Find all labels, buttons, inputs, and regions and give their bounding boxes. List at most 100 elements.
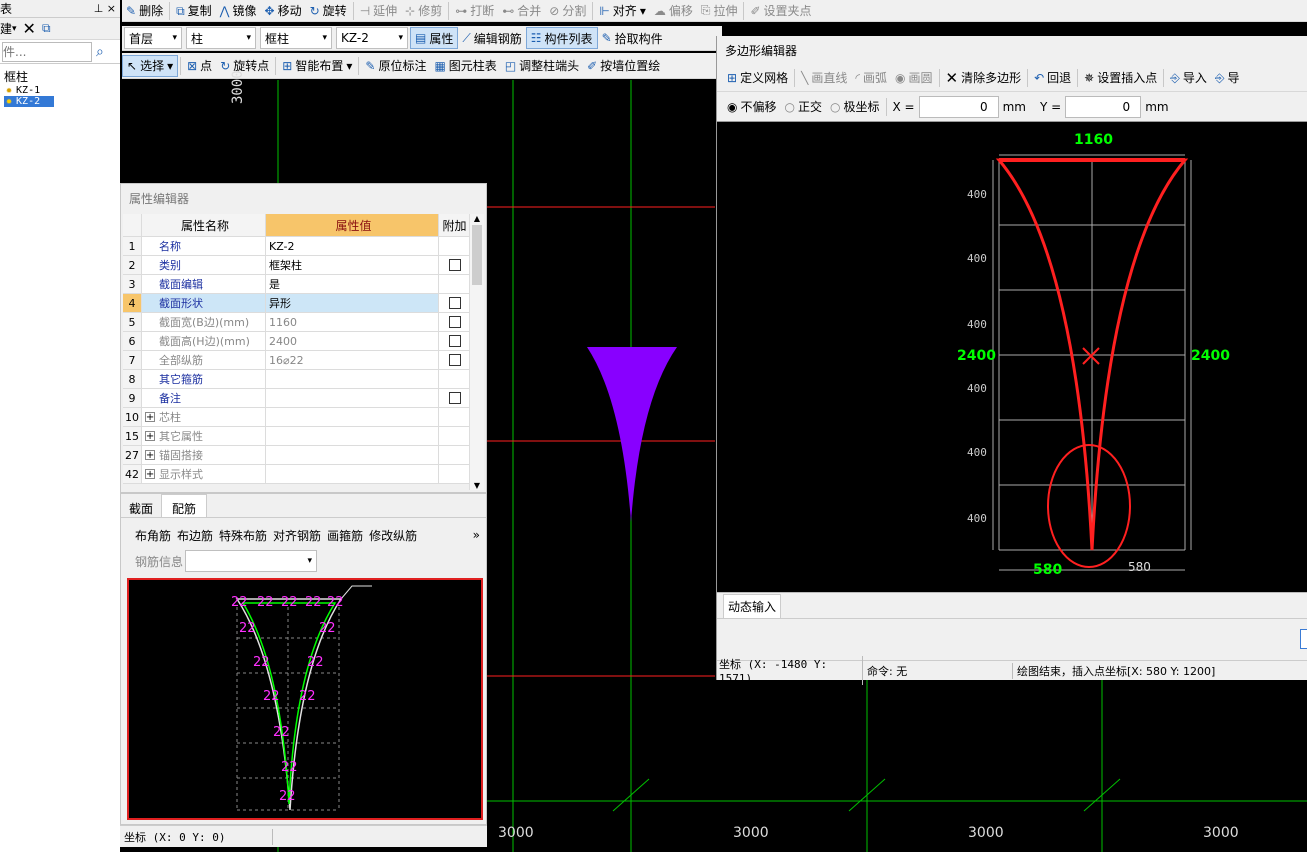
point-button[interactable]: ⊠ 点 — [183, 55, 216, 77]
property-value[interactable]: 1160 — [266, 313, 439, 331]
scroll-thumb[interactable] — [472, 225, 482, 285]
align-dropdown[interactable]: ⊩ 对齐 ▾ — [595, 0, 650, 21]
set-grip-button[interactable]: ✐ 设置夹点 — [746, 0, 815, 21]
dynamic-input-area[interactable] — [717, 618, 1307, 660]
define-grid-button[interactable]: ⊞ 定义网格 — [723, 67, 792, 89]
x-input[interactable]: 0 — [918, 95, 999, 118]
checkbox[interactable] — [448, 335, 461, 347]
extra-checkbox-cell[interactable] — [439, 351, 471, 369]
property-row[interactable]: 10 + 芯柱 — [123, 408, 471, 427]
property-row[interactable]: 5 截面宽(B边)(mm) 1160 — [123, 313, 471, 332]
edit-rebar-button[interactable]: ⟋ 编辑钢筋 — [458, 27, 525, 49]
rebar-preview[interactable]: 22 22 22 22 2222 2222 2222 22222222 — [127, 578, 483, 820]
extra-checkbox-cell[interactable] — [439, 294, 471, 312]
extra-checkbox-cell[interactable] — [439, 408, 471, 426]
property-value[interactable] — [266, 446, 439, 464]
draw-stirrup-button[interactable]: 画箍筋 — [327, 527, 363, 544]
align-rebar-button[interactable]: 对齐钢筋 — [273, 527, 321, 544]
property-value[interactable]: KZ-2 — [266, 237, 439, 255]
property-row[interactable]: 8 其它箍筋 — [123, 370, 471, 389]
tree-root[interactable]: 框柱 — [4, 68, 120, 85]
pin-icon[interactable]: ⊥ × — [94, 2, 120, 15]
property-row[interactable]: 3 截面编辑是 — [123, 275, 471, 294]
property-value[interactable]: 异形 — [266, 294, 439, 312]
pick-component-button[interactable]: ✎ 拾取构件 — [598, 27, 667, 49]
property-value[interactable]: 框架柱 — [266, 256, 439, 274]
polar-radio[interactable]: ○ 极坐标 — [826, 96, 884, 118]
type-select[interactable]: 柱 ▾ — [186, 27, 256, 49]
offset-button[interactable]: ☁ 偏移 — [650, 0, 697, 21]
component-list-button[interactable]: ☷ 构件列表 — [525, 27, 598, 49]
smart-layout-button[interactable]: ⊞ 智能布置 ▾ — [278, 55, 356, 77]
subtype-select[interactable]: 框柱 ▾ — [260, 27, 332, 49]
property-row[interactable]: 2 类别 框架柱 — [123, 256, 471, 275]
draw-arc-button[interactable]: ◜ 画弧 — [851, 67, 891, 89]
header-extra[interactable]: 附加 — [439, 214, 471, 236]
property-scrollbar[interactable]: ▲ ▼ — [469, 214, 484, 490]
by-wall-position-button[interactable]: ✐ 按墙位置绘 — [583, 55, 664, 77]
stretch-button[interactable]: ⎘ 拉伸 — [697, 0, 742, 21]
search-icon[interactable]: ⌕ — [96, 44, 104, 60]
extra-checkbox-cell[interactable] — [439, 332, 471, 350]
header-value[interactable]: 属性值 — [266, 214, 439, 236]
split-button[interactable]: ⊘ 分割 — [545, 0, 590, 21]
trim-button[interactable]: ⊹ 修剪 — [401, 0, 446, 21]
property-row[interactable]: 1 名称 KZ-2 — [123, 237, 471, 256]
edge-rebar-button[interactable]: 布边筋 — [177, 527, 213, 544]
property-value[interactable] — [266, 408, 439, 426]
checkbox[interactable] — [448, 259, 461, 271]
new-dropdown[interactable]: 建 — [0, 20, 12, 37]
extra-checkbox-cell[interactable] — [439, 465, 471, 483]
property-value[interactable]: 2400 — [266, 332, 439, 350]
no-offset-radio[interactable]: ◉ 不偏移 — [723, 96, 781, 118]
special-rebar-button[interactable]: 特殊布筋 — [219, 527, 267, 544]
export-button[interactable]: ⎆ 导 — [1211, 67, 1244, 89]
extra-checkbox-cell[interactable] — [439, 313, 471, 331]
property-row[interactable]: 15 + 其它属性 — [123, 427, 471, 446]
property-row[interactable]: 6 截面高(H边)(mm) 2400 — [123, 332, 471, 351]
undo-button[interactable]: ↶ 回退 — [1030, 67, 1075, 89]
mirror-button[interactable]: ⋀ 镜像 — [216, 0, 261, 21]
floor-select[interactable]: 首层 ▾ — [124, 27, 182, 49]
property-value[interactable] — [266, 427, 439, 445]
extra-checkbox-cell[interactable] — [439, 275, 471, 293]
delete-button[interactable]: ✎ 删除 — [122, 0, 167, 21]
copy-button[interactable]: ⧉ 复制 — [172, 0, 216, 21]
property-value[interactable]: 16⌀22 — [266, 351, 439, 369]
merge-button[interactable]: ⊷ 合并 — [498, 0, 545, 21]
extra-checkbox-cell[interactable] — [439, 237, 471, 255]
extend-button[interactable]: ⊣ 延伸 — [356, 0, 401, 21]
set-insert-point-button[interactable]: ✵ 设置插入点 — [1080, 67, 1161, 89]
copy-icon[interactable]: ⧉ — [42, 21, 51, 36]
extra-checkbox-cell[interactable] — [439, 370, 471, 388]
select-button[interactable]: ↖ 选择 ▾ — [122, 54, 179, 77]
tab-section[interactable]: 截面 — [121, 494, 161, 517]
orthogonal-radio[interactable]: ○ 正交 — [781, 96, 827, 118]
tab-dynamic-input[interactable]: 动态输入 — [723, 593, 782, 618]
property-value[interactable] — [266, 370, 439, 388]
checkbox[interactable] — [448, 392, 461, 404]
break-button[interactable]: ⊶ 打断 — [451, 0, 498, 21]
checkbox[interactable] — [448, 354, 461, 366]
property-row[interactable]: 7 全部纵筋 16⌀22 — [123, 351, 471, 370]
draw-circle-button[interactable]: ◉ 画圆 — [891, 67, 937, 89]
property-row[interactable]: 9 备注 — [123, 389, 471, 408]
search-input[interactable] — [2, 41, 92, 62]
tree-item-kz1[interactable]: ✹ KZ-1 — [4, 85, 120, 96]
clear-polygon-button[interactable]: ✕ 清除多边形 — [942, 67, 1026, 89]
property-value[interactable] — [266, 389, 439, 407]
dynamic-input-button[interactable] — [1300, 629, 1307, 649]
checkbox[interactable] — [448, 316, 461, 328]
component-select[interactable]: KZ-2 ▾ — [336, 27, 408, 49]
rotate-button[interactable]: ↻ 旋转 — [306, 0, 351, 21]
tree-item-kz2[interactable]: ✹ KZ-2 — [4, 96, 54, 107]
in-place-mark-button[interactable]: ✎ 原位标注 — [361, 55, 430, 77]
corner-rebar-button[interactable]: 布角筋 — [135, 527, 171, 544]
rebar-info-select[interactable]: ▾ — [185, 550, 318, 572]
header-name[interactable]: 属性名称 — [142, 214, 266, 236]
more-icon[interactable]: » — [473, 528, 480, 542]
tab-rebar[interactable]: 配筋 — [161, 494, 208, 517]
property-row[interactable]: 4 截面形状 异形 — [123, 294, 471, 313]
property-row[interactable]: 27 + 锚固搭接 — [123, 446, 471, 465]
extra-checkbox-cell[interactable] — [439, 256, 471, 274]
